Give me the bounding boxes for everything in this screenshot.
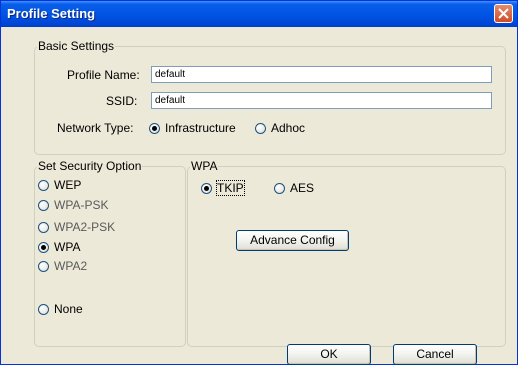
radio-label: Infrastructure [165,121,236,135]
profile-name-field[interactable]: default [151,66,492,83]
ssid-label: SSID: [106,94,138,108]
advance-config-button[interactable]: Advance Config [236,230,349,251]
security-option-wep[interactable]: WEP [38,178,81,192]
security-option-wpa2[interactable]: WPA2 [38,259,87,273]
network-type-label: Network Type: [57,121,134,135]
security-option-none[interactable]: None [38,302,83,316]
title-bar[interactable]: Profile Setting [1,1,517,27]
radio-icon [201,182,212,194]
ok-button[interactable]: OK [287,344,371,365]
radio-label: WPA2-PSK [54,220,116,234]
radio-label: TKIP [216,180,245,196]
window-title: Profile Setting [7,6,96,21]
radio-label: None [54,302,83,316]
radio-icon [38,179,49,191]
radio-label: WPA [54,240,81,254]
security-option-wpa2-psk[interactable]: WPA2-PSK [38,220,115,234]
radio-icon [274,182,285,194]
radio-icon [38,199,49,211]
profile-name-label: Profile Name: [67,68,140,82]
ssid-field[interactable]: default [151,92,492,109]
security-option-wpa-psk[interactable]: WPA-PSK [38,198,108,212]
close-button[interactable] [494,4,513,23]
radio-label: Adhoc [271,121,306,135]
wpa-cipher-aes[interactable]: AES [274,181,314,195]
network-type-infrastructure[interactable]: Infrastructure [149,121,236,135]
radio-icon [38,221,49,233]
wpa-legend: WPA [191,159,218,173]
radio-icon [149,122,160,134]
radio-label: AES [290,181,315,195]
radio-icon [255,122,266,134]
radio-label: WEP [54,178,82,192]
cancel-button[interactable]: Cancel [393,344,477,365]
network-type-adhoc[interactable]: Adhoc [255,121,305,135]
basic-settings-legend: Basic Settings [38,39,115,53]
security-option-legend: Set Security Option [38,159,142,173]
radio-label: WPA2 [54,259,88,273]
close-icon [498,8,509,19]
dialog-body: Basic Settings Profile Name: default SSI… [4,27,514,365]
radio-label: WPA-PSK [54,198,109,212]
wpa-cipher-tkip[interactable]: TKIP [201,180,245,196]
security-option-wpa[interactable]: WPA [38,240,80,254]
profile-setting-dialog: Profile Setting Basic Settings Profile N… [0,0,518,365]
radio-icon [38,260,49,272]
radio-icon [38,303,49,315]
radio-icon [38,241,49,253]
